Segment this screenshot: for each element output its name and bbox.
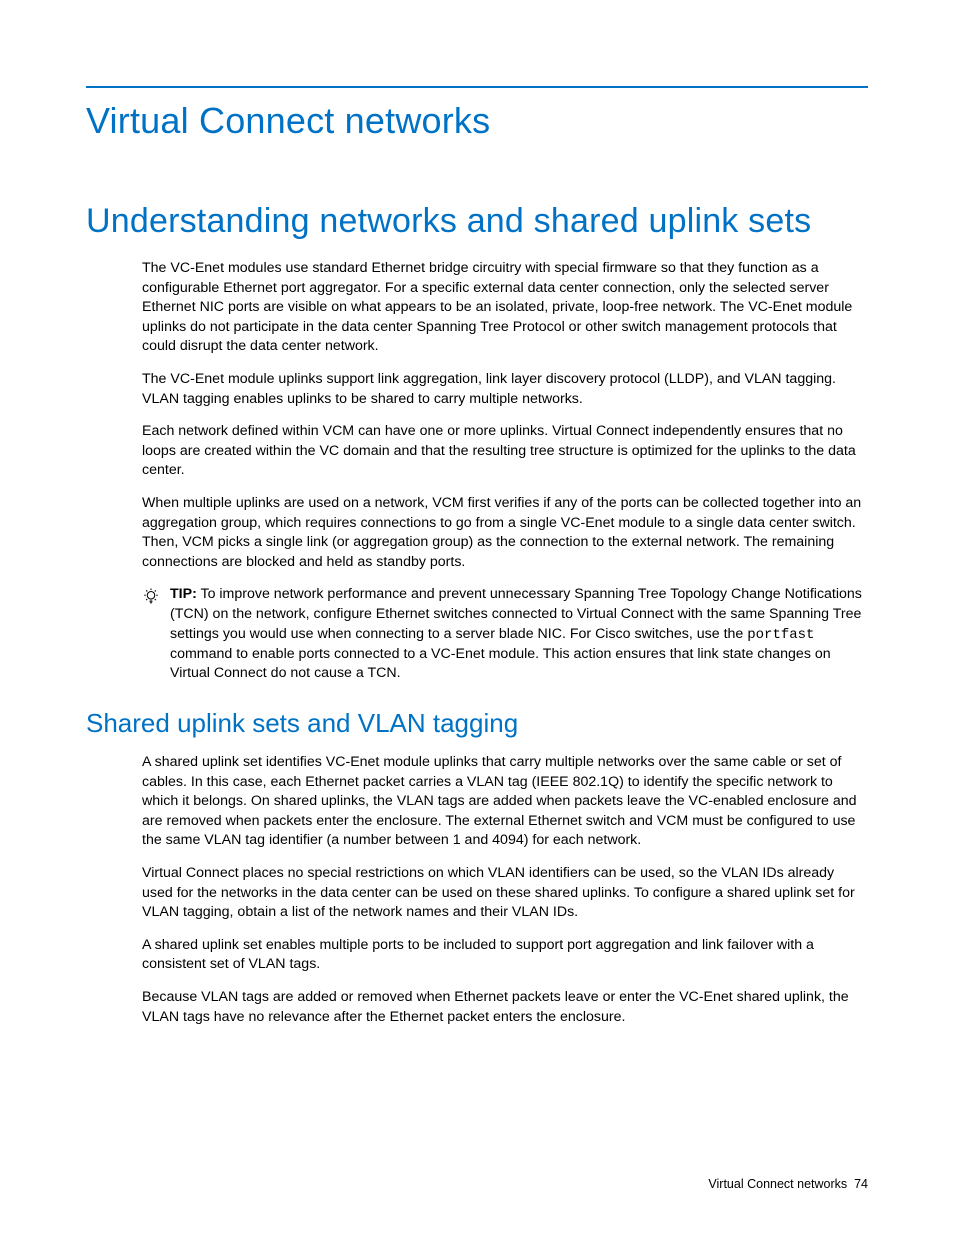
page-title: Virtual Connect networks xyxy=(86,100,868,142)
tip-body-after: command to enable ports connected to a V… xyxy=(170,646,831,682)
section1-body: The VC-Enet modules use standard Etherne… xyxy=(142,259,868,684)
tip-command: portfast xyxy=(747,627,814,643)
tip-text: TIP: To improve network performance and … xyxy=(170,585,868,684)
paragraph: When multiple uplinks are used on a netw… xyxy=(142,494,868,572)
paragraph: The VC-Enet modules use standard Etherne… xyxy=(142,259,868,357)
lightbulb-icon xyxy=(142,585,170,605)
paragraph: Each network defined within VCM can have… xyxy=(142,422,868,481)
tip-label: TIP: xyxy=(170,586,197,602)
paragraph: A shared uplink set enables multiple por… xyxy=(142,936,868,975)
paragraph: Virtual Connect places no special restri… xyxy=(142,864,868,923)
subsection-title-shared-uplink: Shared uplink sets and VLAN tagging xyxy=(86,708,868,739)
footer-text: Virtual Connect networks xyxy=(708,1177,847,1191)
paragraph: Because VLAN tags are added or removed w… xyxy=(142,988,868,1027)
page-footer: Virtual Connect networks 74 xyxy=(708,1177,868,1191)
top-rule xyxy=(86,86,868,88)
section-title-understanding: Understanding networks and shared uplink… xyxy=(86,202,868,241)
section2-body: A shared uplink set identifies VC-Enet m… xyxy=(142,753,868,1027)
tip-block: TIP: To improve network performance and … xyxy=(142,585,868,684)
paragraph: A shared uplink set identifies VC-Enet m… xyxy=(142,753,868,851)
footer-page-number: 74 xyxy=(854,1177,868,1191)
page: Virtual Connect networks Understanding n… xyxy=(0,0,954,1235)
paragraph: The VC-Enet module uplinks support link … xyxy=(142,370,868,409)
